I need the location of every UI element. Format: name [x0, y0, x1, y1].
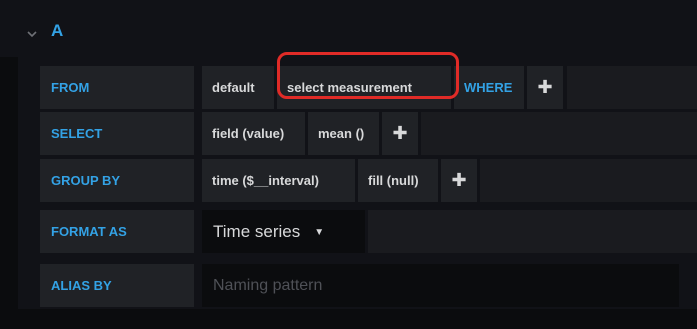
add-where-button[interactable]: ✚ — [527, 66, 563, 109]
group-by-time-segment[interactable]: time ($__interval) — [202, 159, 355, 202]
caret-down-icon: ▼ — [314, 227, 325, 239]
measurement-segment[interactable]: select measurement — [277, 66, 451, 109]
add-group-by-button[interactable]: ✚ — [441, 159, 477, 202]
retention-policy-segment[interactable]: default — [202, 66, 274, 109]
from-label: FROM — [40, 66, 194, 109]
where-keyword: WHERE — [454, 66, 524, 109]
plus-icon: ✚ — [451, 170, 467, 190]
select-label: SELECT — [40, 112, 194, 155]
add-select-button[interactable]: ✚ — [382, 112, 418, 155]
fill-segment[interactable]: fill (null) — [358, 159, 438, 202]
chevron-down-icon[interactable] — [26, 26, 38, 38]
format-as-label: FORMAT AS — [40, 210, 194, 253]
aggregation-segment[interactable]: mean () — [308, 112, 379, 155]
group-by-row: GROUP BY time ($__interval) fill (null) … — [40, 159, 697, 202]
query-header[interactable]: A — [0, 0, 697, 57]
format-as-row-filler — [368, 210, 697, 253]
group-by-row-filler — [480, 159, 697, 202]
format-as-row: FORMAT AS Time series ▼ — [40, 210, 697, 253]
chevron-down-icon-glyph — [27, 31, 37, 38]
alias-by-row: ALIAS BY — [40, 264, 697, 307]
from-row: FROM default select measurement WHERE ✚ — [40, 66, 697, 109]
query-ref-id[interactable]: A — [51, 19, 63, 43]
field-segment[interactable]: field (value) — [202, 112, 305, 155]
alias-by-input[interactable] — [202, 264, 679, 307]
select-row: SELECT field (value) mean () ✚ — [40, 112, 697, 155]
from-row-filler — [567, 66, 697, 109]
plus-icon: ✚ — [392, 123, 408, 143]
plus-icon: ✚ — [537, 77, 553, 97]
group-by-label: GROUP BY — [40, 159, 194, 202]
alias-by-label: ALIAS BY — [40, 264, 194, 307]
format-as-value: Time series — [213, 222, 301, 241]
select-row-filler — [421, 112, 697, 155]
format-as-select[interactable]: Time series ▼ — [202, 210, 365, 253]
